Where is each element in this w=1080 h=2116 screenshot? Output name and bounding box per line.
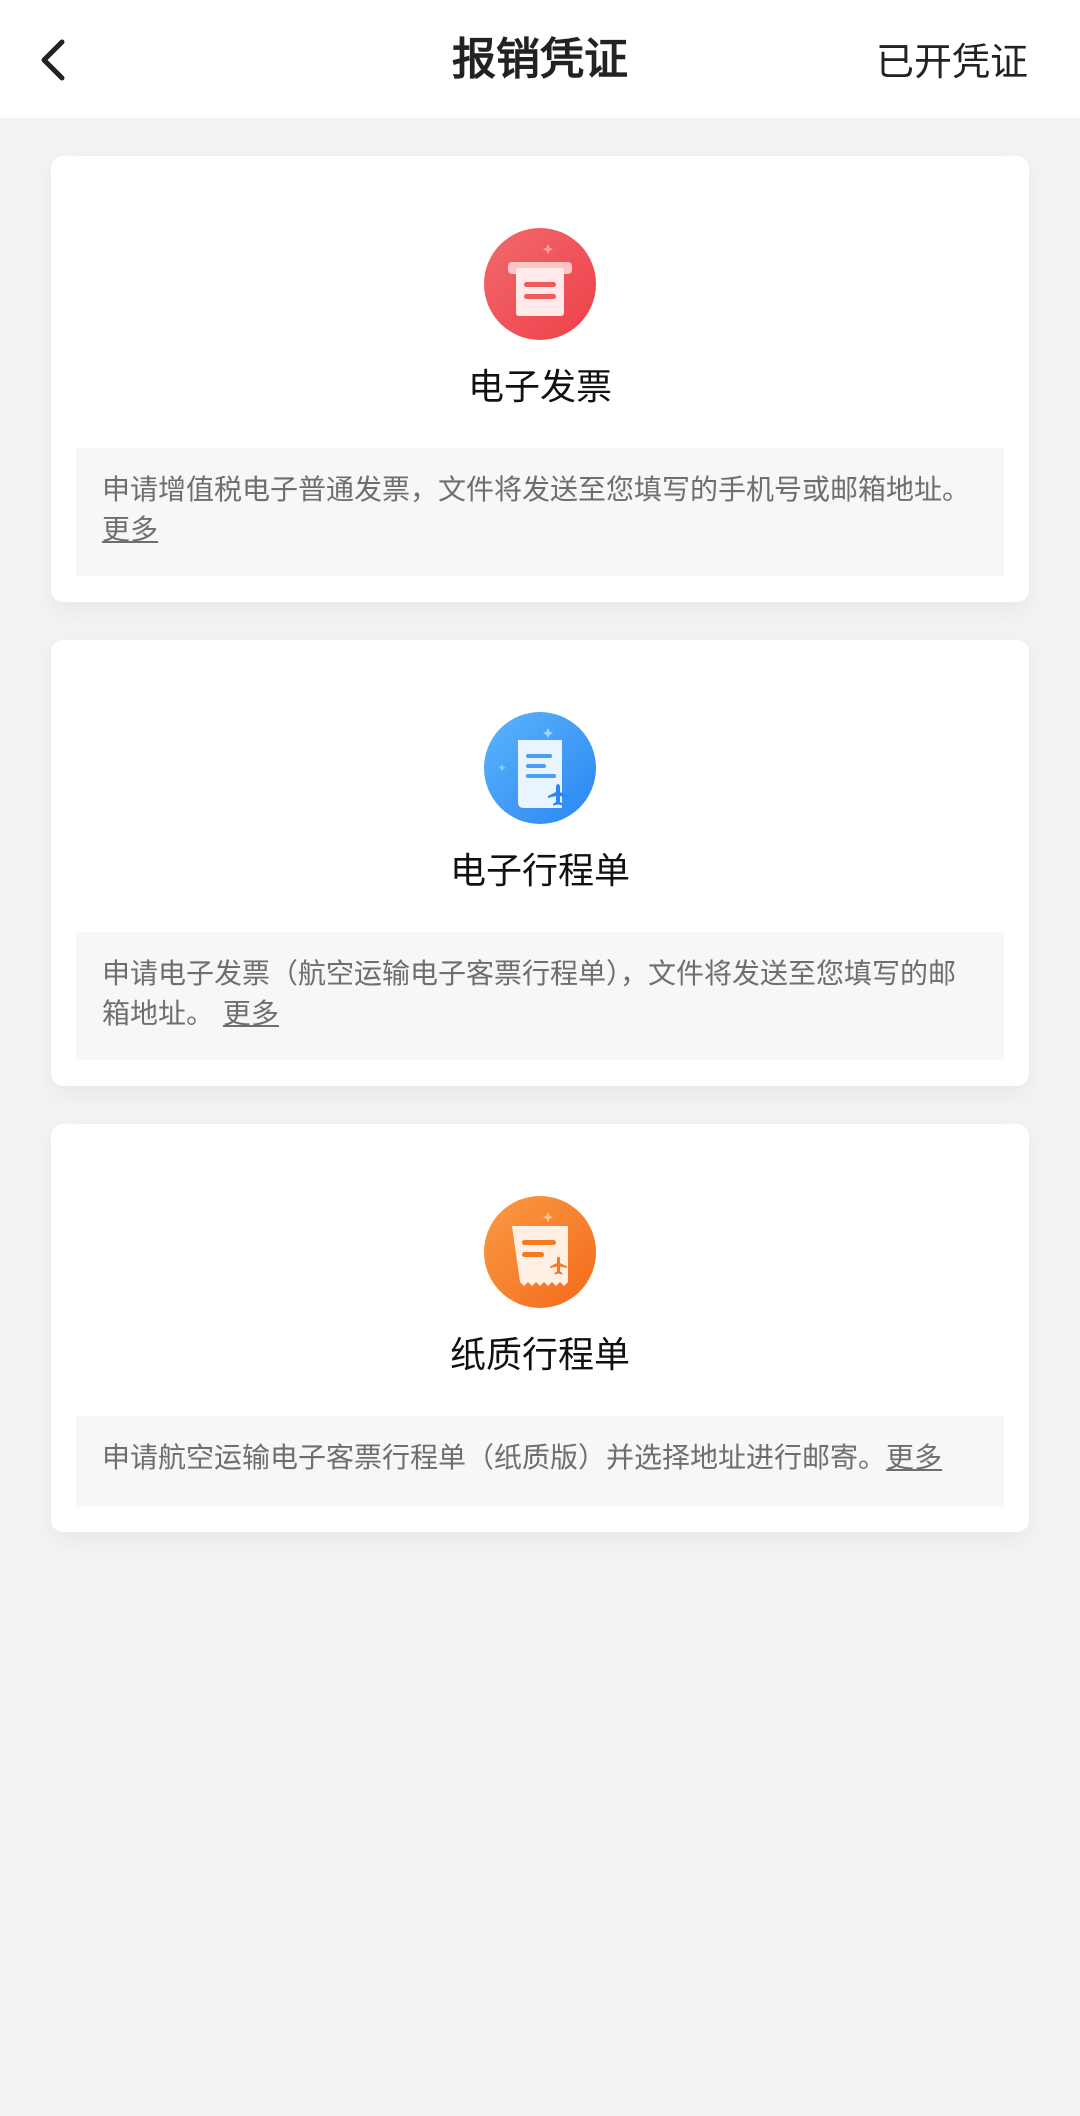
e-itinerary-card[interactable]: 电子行程单 申请电子发票（航空运输电子客票行程单），文件将发送至您填写的邮箱地址… (51, 640, 1029, 1086)
receipt-printer-icon (484, 228, 596, 340)
more-link[interactable]: 更多 (102, 513, 158, 546)
card-title: 电子发票 (467, 367, 612, 408)
card-description: 申请航空运输电子客票行程单（纸质版）并选择地址进行邮寄。更多 (76, 1416, 1004, 1506)
top-navigation-bar: 报销凭证 已开凭证 (0, 0, 1080, 118)
description-text: 申请航空运输电子客票行程单（纸质版）并选择地址进行邮寄。 (102, 1441, 887, 1474)
itinerary-document-icon (484, 712, 596, 824)
card-description: 申请电子发票（航空运输电子客票行程单），文件将发送至您填写的邮箱地址。 更多 (76, 932, 1004, 1060)
paper-itinerary-card[interactable]: 纸质行程单 申请航空运输电子客票行程单（纸质版）并选择地址进行邮寄。更多 (51, 1124, 1029, 1532)
e-invoice-card[interactable]: 电子发票 申请增值税电子普通发票，文件将发送至您填写的手机号或邮箱地址。 更多 (51, 156, 1029, 602)
more-link[interactable]: 更多 (223, 997, 279, 1030)
paper-ticket-icon (484, 1196, 596, 1308)
card-description: 申请增值税电子普通发票，文件将发送至您填写的手机号或邮箱地址。 更多 (76, 448, 1004, 576)
card-title: 纸质行程单 (449, 1335, 630, 1376)
description-text: 申请增值税电子普通发票，文件将发送至您填写的手机号或邮箱地址。 (102, 473, 971, 506)
issued-vouchers-link[interactable]: 已开凭证 (876, 32, 1028, 92)
card-title: 电子行程单 (449, 851, 630, 892)
more-link[interactable]: 更多 (886, 1441, 942, 1474)
